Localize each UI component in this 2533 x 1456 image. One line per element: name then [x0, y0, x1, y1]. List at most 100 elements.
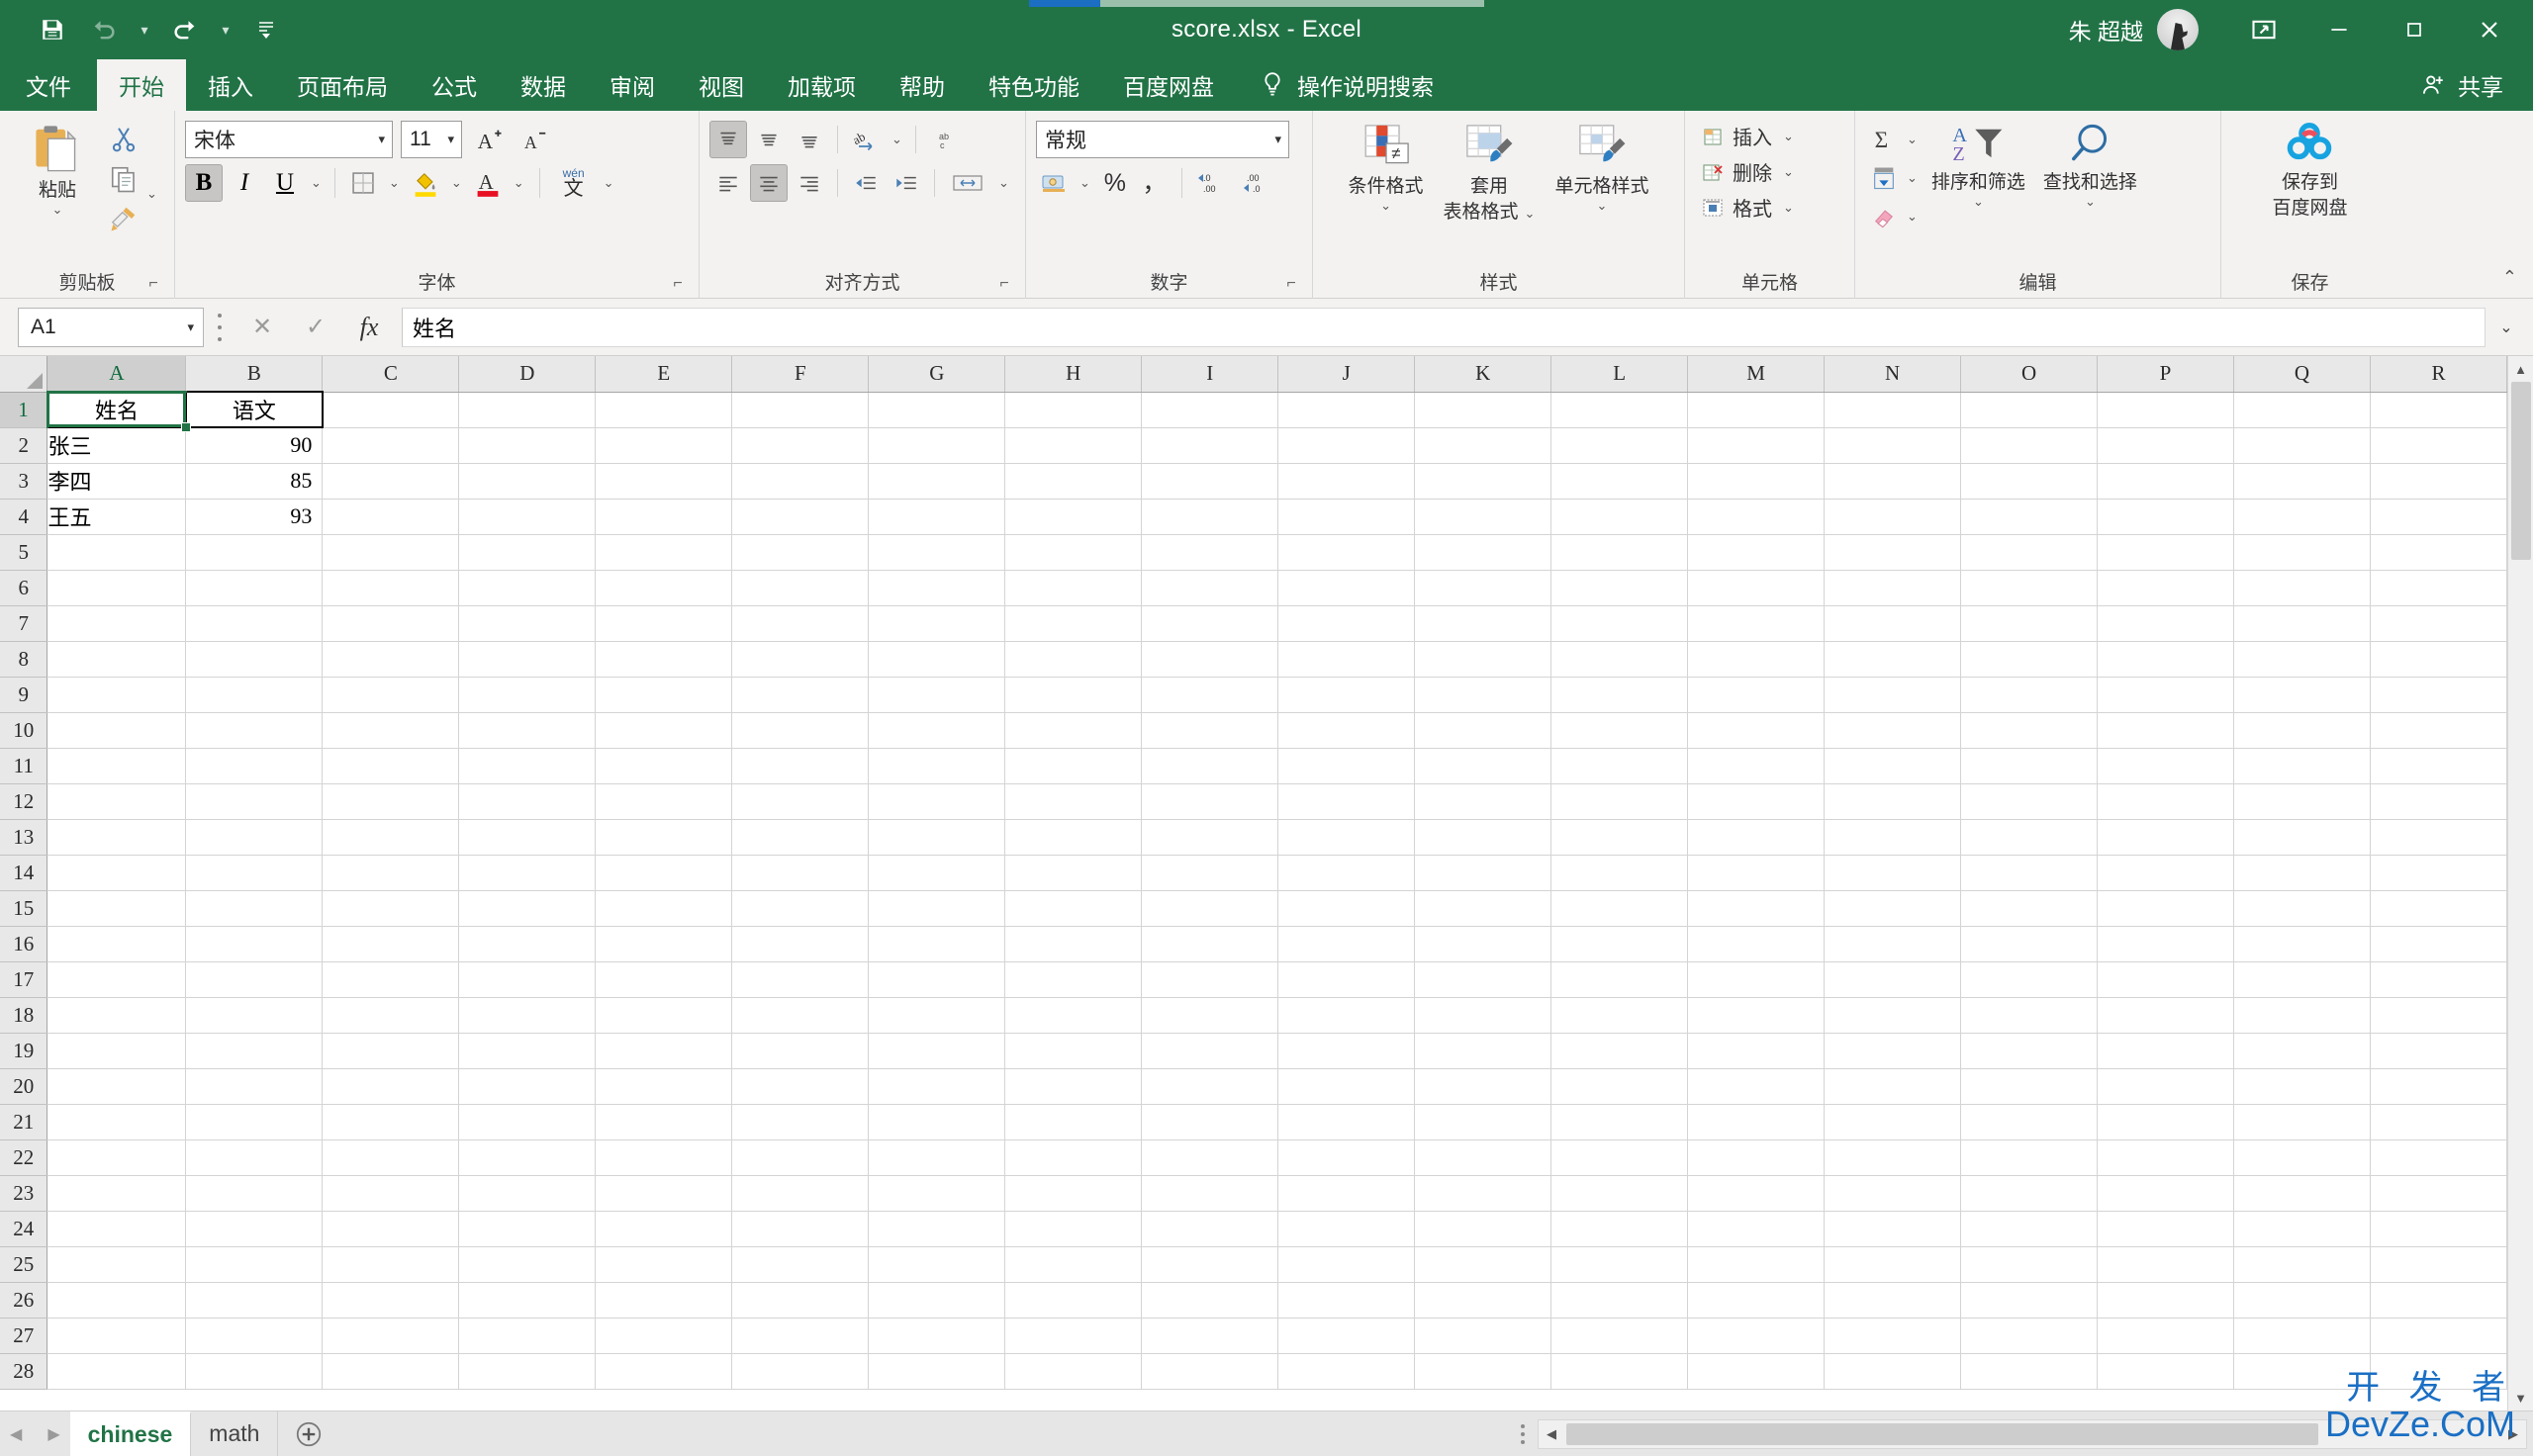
cell-C26[interactable]: [322, 1282, 460, 1319]
cell-P5[interactable]: [2097, 534, 2234, 571]
sort-filter-button[interactable]: A Z 排序和筛选 ⌄: [1923, 119, 2033, 208]
tab-help[interactable]: 帮助: [878, 59, 967, 111]
cell-D17[interactable]: [458, 961, 597, 998]
cell-G27[interactable]: [868, 1318, 1006, 1354]
cell-A24[interactable]: [47, 1211, 187, 1247]
cell-D1[interactable]: [458, 392, 597, 428]
cell-O12[interactable]: [1960, 783, 2099, 820]
cell-P22[interactable]: [2097, 1139, 2234, 1176]
save-to-baidu-netdisk-button[interactable]: 保存到 百度网盘: [2264, 119, 2355, 220]
cell-K9[interactable]: [1414, 677, 1552, 713]
scroll-right-icon[interactable]: ▶: [2500, 1420, 2526, 1448]
cell-I4[interactable]: [1141, 499, 1279, 535]
cell-R6[interactable]: [2370, 570, 2507, 606]
orientation-icon[interactable]: ab: [847, 121, 885, 158]
sheet-tab-chinese[interactable]: chinese: [69, 1411, 192, 1456]
sort-filter-dropdown-icon[interactable]: ⌄: [1973, 195, 1984, 208]
cell-R5[interactable]: [2370, 534, 2507, 571]
cell-D4[interactable]: [458, 499, 597, 535]
cell-A3[interactable]: 李四: [47, 463, 187, 500]
cell-C14[interactable]: [322, 855, 460, 891]
cell-E5[interactable]: [595, 534, 733, 571]
cell-K24[interactable]: [1414, 1211, 1552, 1247]
column-header-r[interactable]: R: [2370, 356, 2507, 393]
cell-K8[interactable]: [1414, 641, 1552, 678]
cell-D27[interactable]: [458, 1318, 597, 1354]
cell-D28[interactable]: [458, 1353, 597, 1390]
cell-Q12[interactable]: [2233, 783, 2371, 820]
cell-D2[interactable]: [458, 427, 597, 464]
cell-Q24[interactable]: [2233, 1211, 2371, 1247]
column-header-k[interactable]: K: [1414, 356, 1552, 393]
column-header-p[interactable]: P: [2097, 356, 2234, 393]
cell-R27[interactable]: [2370, 1318, 2507, 1354]
alignment-dialog-launcher[interactable]: ⌐: [993, 273, 1015, 295]
cell-D20[interactable]: [458, 1068, 597, 1105]
tab-formulas[interactable]: 公式: [410, 59, 499, 111]
cell-D15[interactable]: [458, 890, 597, 927]
cell-O15[interactable]: [1960, 890, 2099, 927]
cell-E4[interactable]: [595, 499, 733, 535]
cell-G1[interactable]: [868, 392, 1006, 428]
cell-M8[interactable]: [1687, 641, 1826, 678]
cell-C2[interactable]: [322, 427, 460, 464]
cell-C9[interactable]: [322, 677, 460, 713]
clipboard-dialog-launcher[interactable]: ⌐: [142, 273, 164, 295]
number-dialog-launcher[interactable]: ⌐: [1280, 273, 1302, 295]
cell-F8[interactable]: [731, 641, 870, 678]
cell-H17[interactable]: [1004, 961, 1143, 998]
clear-dropdown-icon[interactable]: ⌄: [1903, 209, 1922, 225]
cell-D16[interactable]: [458, 926, 597, 962]
cell-E10[interactable]: [595, 712, 733, 749]
font-color-dropdown-icon[interactable]: ⌄: [510, 175, 528, 191]
cell-N14[interactable]: [1824, 855, 1962, 891]
row-header-25[interactable]: 25: [0, 1246, 48, 1283]
cell-H4[interactable]: [1004, 499, 1143, 535]
cell-G20[interactable]: [868, 1068, 1006, 1105]
cell-L21[interactable]: [1550, 1104, 1689, 1140]
row-header-17[interactable]: 17: [0, 961, 48, 998]
cell-M6[interactable]: [1687, 570, 1826, 606]
cell-Q28[interactable]: [2233, 1353, 2371, 1390]
cell-C25[interactable]: [322, 1246, 460, 1283]
ribbon-display-options-icon[interactable]: [2226, 0, 2301, 59]
cell-N6[interactable]: [1824, 570, 1962, 606]
row-header-26[interactable]: 26: [0, 1282, 48, 1319]
cell-R15[interactable]: [2370, 890, 2507, 927]
increase-decimal-icon[interactable]: .0.00: [1190, 164, 1234, 202]
cell-M23[interactable]: [1687, 1175, 1826, 1212]
cell-J23[interactable]: [1277, 1175, 1416, 1212]
name-box-dropdown-icon[interactable]: ▾: [184, 319, 197, 335]
cell-J19[interactable]: [1277, 1033, 1416, 1069]
cell-J27[interactable]: [1277, 1318, 1416, 1354]
cell-K11[interactable]: [1414, 748, 1552, 784]
cell-P13[interactable]: [2097, 819, 2234, 856]
tab-view[interactable]: 视图: [677, 59, 766, 111]
cell-M15[interactable]: [1687, 890, 1826, 927]
cell-P23[interactable]: [2097, 1175, 2234, 1212]
cell-G14[interactable]: [868, 855, 1006, 891]
cell-I26[interactable]: [1141, 1282, 1279, 1319]
cell-K22[interactable]: [1414, 1139, 1552, 1176]
cell-O24[interactable]: [1960, 1211, 2099, 1247]
cell-P28[interactable]: [2097, 1353, 2234, 1390]
cell-B27[interactable]: [185, 1318, 324, 1354]
scroll-down-icon[interactable]: ▼: [2507, 1385, 2533, 1410]
scroll-left-icon[interactable]: ◀: [1539, 1420, 1564, 1448]
cell-C22[interactable]: [322, 1139, 460, 1176]
borders-icon[interactable]: [344, 164, 382, 202]
cell-Q23[interactable]: [2233, 1175, 2371, 1212]
name-box[interactable]: A1 ▾: [18, 307, 204, 347]
cell-F25[interactable]: [731, 1246, 870, 1283]
column-header-e[interactable]: E: [595, 356, 733, 393]
tab-baidu-netdisk[interactable]: 百度网盘: [1101, 59, 1236, 111]
cell-P27[interactable]: [2097, 1318, 2234, 1354]
cell-Q8[interactable]: [2233, 641, 2371, 678]
cell-N5[interactable]: [1824, 534, 1962, 571]
cell-J11[interactable]: [1277, 748, 1416, 784]
scroll-up-icon[interactable]: ▲: [2507, 356, 2533, 382]
cell-I28[interactable]: [1141, 1353, 1279, 1390]
cell-O23[interactable]: [1960, 1175, 2099, 1212]
cell-G11[interactable]: [868, 748, 1006, 784]
cell-K18[interactable]: [1414, 997, 1552, 1034]
